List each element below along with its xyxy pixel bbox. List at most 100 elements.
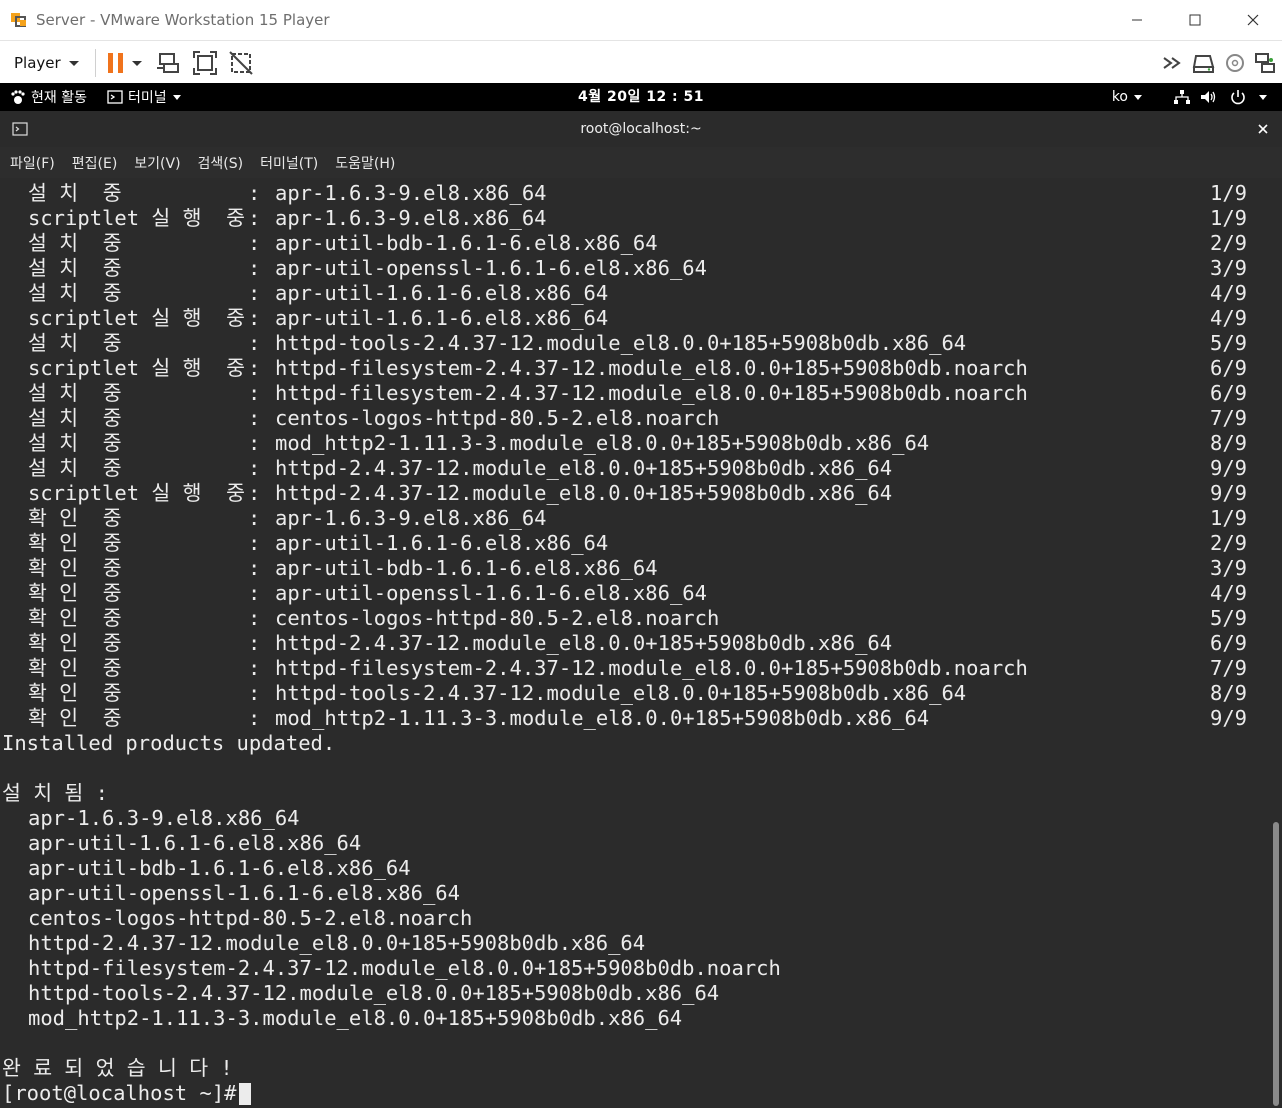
system-status-menu[interactable] [1173,89,1268,105]
window-titlebar: Server - VMware Workstation 15 Player [0,0,1282,40]
transaction-package: apr-util-1.6.1-6.el8.x86_64 [275,281,609,305]
transaction-count: 2/9 [1210,531,1248,555]
transaction-colon: : [248,656,261,680]
transaction-package: centos-logos-httpd-80.5-2.el8.noarch [275,606,720,630]
transaction-count: 8/9 [1210,431,1248,455]
transaction-count: 7/9 [1210,406,1248,430]
installed-package-line: httpd-tools-2.4.37-12.module_el8.0.0+185… [28,981,720,1005]
language-label: ko [1111,89,1128,105]
transaction-count: 9/9 [1210,456,1248,480]
unity-button[interactable] [228,41,254,84]
transaction-colon: : [248,681,261,705]
transaction-colon: : [248,456,261,480]
terminal-close-icon[interactable] [1258,124,1268,134]
complete-line: 완 료 되 었 습 니 다 ! [2,1056,233,1080]
transaction-row: scriptlet 실 행 중: apr-util-1.6.1-6.el8.x86… [0,306,1270,331]
menu-search[interactable]: 검색(S) [198,153,244,173]
ctrl-alt-del-icon [156,52,179,73]
transaction-colon: : [248,331,261,355]
transaction-row: 확 인 중: apr-util-openssl-1.6.1-6.el8.x86_6… [0,581,1270,606]
transaction-count: 2/9 [1210,231,1248,255]
unity-icon [228,50,253,75]
transaction-package: apr-util-1.6.1-6.el8.x86_64 [275,306,609,330]
terminal-menubar: 파일(F) 편집(E) 보기(V) 검색(S) 터미널(T) 도움말(H) [0,147,1282,178]
transaction-package: mod_http2-1.11.3-3.module_el8.0.0+185+59… [275,431,930,455]
shell-prompt[interactable]: [root@localhost ~]# [2,1081,251,1106]
send-ctrl-alt-del-button[interactable] [156,41,182,84]
transaction-count: 4/9 [1210,306,1248,330]
transaction-action: 설 치 중 [28,406,122,430]
transaction-package: mod_http2-1.11.3-3.module_el8.0.0+185+59… [275,706,930,730]
transaction-colon: : [248,206,261,230]
transaction-colon: : [248,531,261,555]
transaction-row: 설 치 중: apr-util-1.6.1-6.el8.x86_64 4/9 [0,281,1270,306]
close-icon [1247,14,1259,26]
close-button[interactable] [1224,0,1282,40]
transaction-colon: : [248,431,261,455]
toolbar-divider [94,48,96,77]
chevron-down-icon [131,60,142,66]
transaction-action: 확 인 중 [28,606,122,630]
transaction-package: httpd-2.4.37-12.module_el8.0.0+185+5908b… [275,481,893,505]
transaction-action: 설 치 중 [28,381,122,405]
input-language-menu[interactable]: ko [1112,89,1143,105]
pause-button[interactable] [106,41,126,84]
transaction-package: httpd-2.4.37-12.module_el8.0.0+185+5908b… [275,631,893,655]
transaction-action: 확 인 중 [28,581,122,605]
transaction-action: 설 치 중 [28,431,122,455]
cd-icon [1226,53,1244,72]
transaction-count: 5/9 [1210,331,1248,355]
scrollbar-thumb[interactable] [1273,822,1279,1106]
terminal-scrollbar[interactable] [1270,178,1282,1108]
transaction-row: 확 인 중: httpd-tools-2.4.37-12.module_el8.0… [0,681,1270,706]
transaction-action: 확 인 중 [28,556,122,580]
window-title: Server - VMware Workstation 15 Player [36,11,330,29]
transaction-action: 확 인 중 [28,631,122,655]
minimize-button[interactable] [1108,0,1166,40]
transaction-colon: : [248,381,261,405]
installed-package-line: centos-logos-httpd-80.5-2.el8.noarch [28,906,473,930]
player-menu-button[interactable]: Player [14,54,81,72]
transaction-package: centos-logos-httpd-80.5-2.el8.noarch [275,406,720,430]
network-button[interactable] [1254,41,1276,84]
transaction-count: 3/9 [1210,256,1248,280]
transaction-row: scriptlet 실 행 중: httpd-filesystem-2.4.37-… [0,356,1270,381]
menu-help[interactable]: 도움말(H) [335,153,395,173]
transaction-row: 설 치 중: mod_http2-1.11.3-3.module_el8.0.0+… [0,431,1270,456]
menu-file[interactable]: 파일(F) [10,153,55,173]
transaction-colon: : [248,256,261,280]
transaction-count: 4/9 [1210,281,1248,305]
installed-package-line: httpd-2.4.37-12.module_el8.0.0+185+5908b… [28,931,646,955]
installed-package-line: apr-util-1.6.1-6.el8.x86_64 [28,831,362,855]
clock[interactable]: 4월 20일 12 : 51 [0,83,1282,111]
hard-disk-button[interactable] [1192,41,1216,84]
triangle-down-icon [1259,95,1267,100]
player-toolbar: Player [0,40,1282,84]
transaction-colon: : [248,481,261,505]
fullscreen-button[interactable] [192,41,218,84]
transaction-action: 설 치 중 [28,256,122,280]
menu-terminal[interactable]: 터미널(T) [260,153,318,173]
menu-view[interactable]: 보기(V) [134,153,180,173]
pause-icon [107,52,123,73]
fullscreen-icon [192,50,217,75]
transaction-action: 설 치 중 [28,281,122,305]
transaction-package: httpd-tools-2.4.37-12.module_el8.0.0+185… [275,331,967,355]
transaction-action: 확 인 중 [28,531,122,555]
transaction-package: httpd-filesystem-2.4.37-12.module_el8.0.… [275,381,1028,405]
transaction-row: scriptlet 실 행 중: apr-1.6.3-9.el8.x86_64 1/… [0,206,1270,231]
transaction-count: 1/9 [1210,181,1248,205]
menu-edit[interactable]: 편집(E) [72,153,118,173]
cd-drive-button[interactable] [1224,41,1246,84]
installed-package-line: apr-util-bdb-1.6.1-6.el8.x86_64 [28,856,411,880]
pause-dropdown-button[interactable] [130,41,144,84]
network-icon [1255,52,1275,73]
transaction-package: apr-util-bdb-1.6.1-6.el8.x86_64 [275,556,658,580]
maximize-button[interactable] [1166,0,1224,40]
transaction-row: 설 치 중: centos-logos-httpd-80.5-2.el8.noar… [0,406,1270,431]
transaction-action: 설 치 중 [28,456,122,480]
terminal-output[interactable]: 설 치 중: apr-1.6.3-9.el8.x86_64 1/9 scriptlet… [0,178,1270,1108]
more-devices-button[interactable] [1162,41,1184,84]
transaction-colon: : [248,631,261,655]
transaction-action: 설 치 중 [28,181,122,205]
